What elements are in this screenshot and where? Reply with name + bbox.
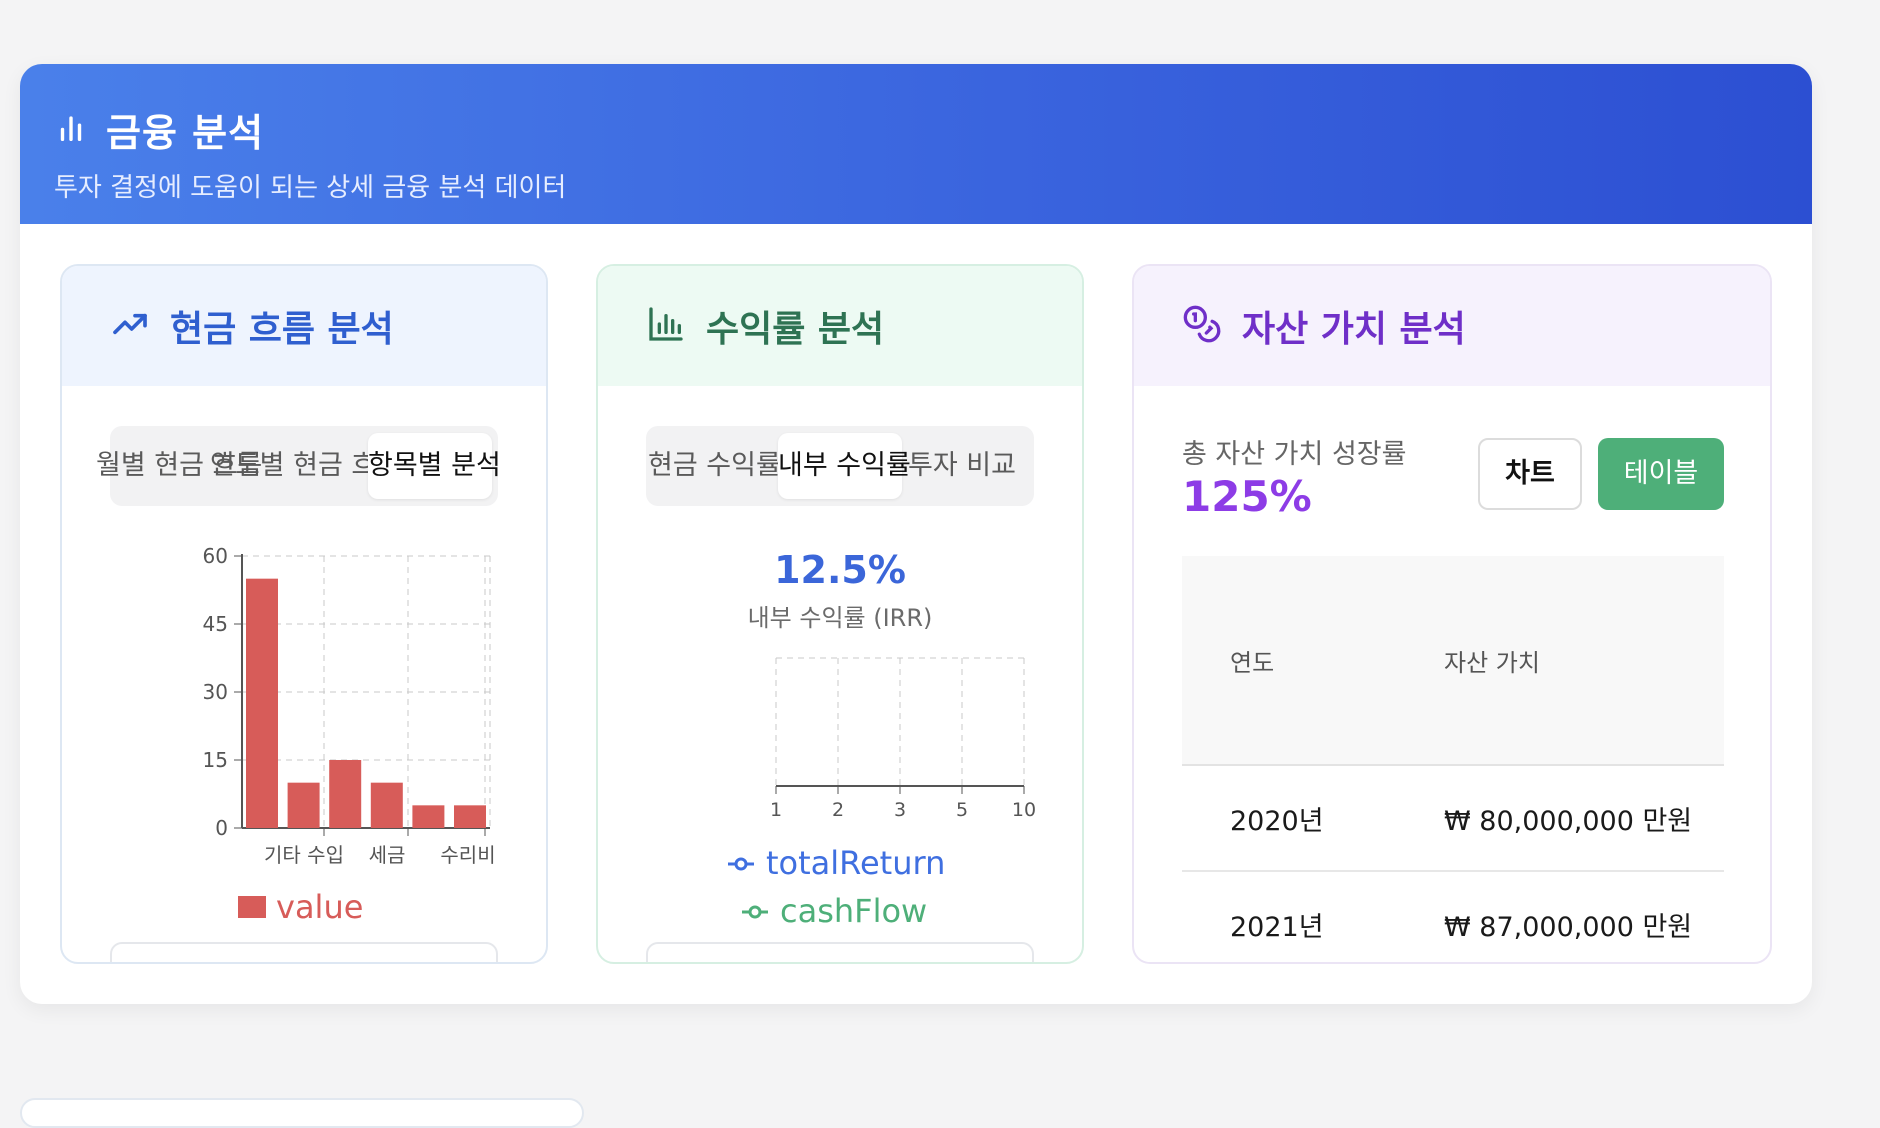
x-tick-label: 2: [832, 799, 844, 821]
coins-icon: [1182, 304, 1222, 348]
assets-title: 자산 가치 분석: [1242, 309, 1466, 350]
cashflow-summary-card: [110, 942, 498, 962]
x-tick-label: 수리비: [440, 843, 495, 867]
y-tick-label: 60: [203, 544, 228, 568]
table-row: 2020년 ₩ 80,000,000 만원: [1182, 766, 1724, 872]
y-tick-label: 45: [203, 612, 228, 636]
x-tick-label: 세금: [369, 843, 406, 867]
column-header-asset-value: 자산 가치: [1444, 648, 1540, 677]
returns-panel: 수익률 분석 현금 수익률 내부 수익률 투자 비교 12.5% 내부 수익률 …: [596, 264, 1084, 964]
bar: [246, 578, 278, 828]
x-tick-label: 1: [770, 799, 782, 821]
line-marker-icon: [740, 892, 770, 930]
x-tick-label: 기타 수입: [264, 843, 344, 867]
header: 금융 분석 투자 결정에 도움이 되는 상세 금융 분석 데이터: [20, 64, 1812, 224]
page-title: 금융 분석: [106, 111, 265, 155]
y-tick-label: 0: [215, 816, 228, 840]
financial-analysis-card: 금융 분석 투자 결정에 도움이 되는 상세 금융 분석 데이터 현금 흐름 분…: [20, 64, 1812, 1004]
cashflow-legend: value: [238, 888, 363, 926]
cell-year: 2021년: [1230, 911, 1324, 943]
x-tick-label: 10: [1012, 799, 1036, 821]
bar: [370, 782, 403, 828]
assets-panel-header: 자산 가치 분석: [1134, 266, 1770, 386]
x-tick-label: 3: [894, 799, 906, 821]
y-tick-label: 30: [203, 680, 228, 704]
legend-label-totalreturn: totalReturn: [766, 844, 946, 882]
bar: [287, 782, 320, 828]
legend-item-totalreturn: totalReturn: [726, 844, 945, 882]
legend-item-cashflow: cashFlow: [740, 892, 927, 930]
legend-label-cashflow: cashFlow: [780, 892, 928, 930]
table-view-button[interactable]: 테이블: [1598, 438, 1724, 510]
cell-year: 2020년: [1230, 805, 1324, 837]
bar: [412, 805, 445, 828]
asset-value-table: 연도 자산 가치 2020년 ₩ 80,000,000 만원 2021년 ₩ 8…: [1182, 556, 1724, 962]
chart-view-button[interactable]: 차트: [1478, 438, 1582, 510]
table-header-row: 연도 자산 가치: [1182, 556, 1724, 766]
line-marker-icon: [726, 844, 756, 882]
next-section-card: [20, 1098, 584, 1128]
asset-growth-value: 125%: [1182, 472, 1312, 521]
legend-label-value: value: [276, 888, 364, 926]
cell-asset-value: ₩ 87,000,000 만원: [1444, 911, 1693, 943]
cashflow-bar-chart: 0 15 30 45 60 기타 수입 세금 수리비: [203, 544, 496, 867]
page-subtitle: 투자 결정에 도움이 되는 상세 금융 분석 데이터: [54, 173, 567, 203]
cashflow-panel: 현금 흐름 분석 월별 현금 흐름 연도별 현금 흐름 항목별 분석 0 15 30…: [60, 264, 548, 964]
x-tick-label: 5: [956, 799, 968, 821]
assets-panel: 자산 가치 분석 총 자산 가치 성장률 125% 차트 테이블 연도 자산 가…: [1132, 264, 1772, 964]
y-tick-label: 15: [203, 748, 228, 772]
bar: [454, 805, 486, 828]
asset-growth-label: 총 자산 가치 성장률: [1182, 439, 1407, 470]
returns-summary-card: [646, 942, 1034, 962]
legend-swatch-value: [238, 896, 266, 918]
bar-chart-icon: [54, 111, 88, 149]
column-header-year: 연도: [1230, 648, 1275, 677]
table-row: 2021년 ₩ 87,000,000 만원: [1182, 872, 1724, 962]
cell-asset-value: ₩ 80,000,000 만원: [1444, 805, 1693, 837]
bar: [329, 760, 362, 828]
